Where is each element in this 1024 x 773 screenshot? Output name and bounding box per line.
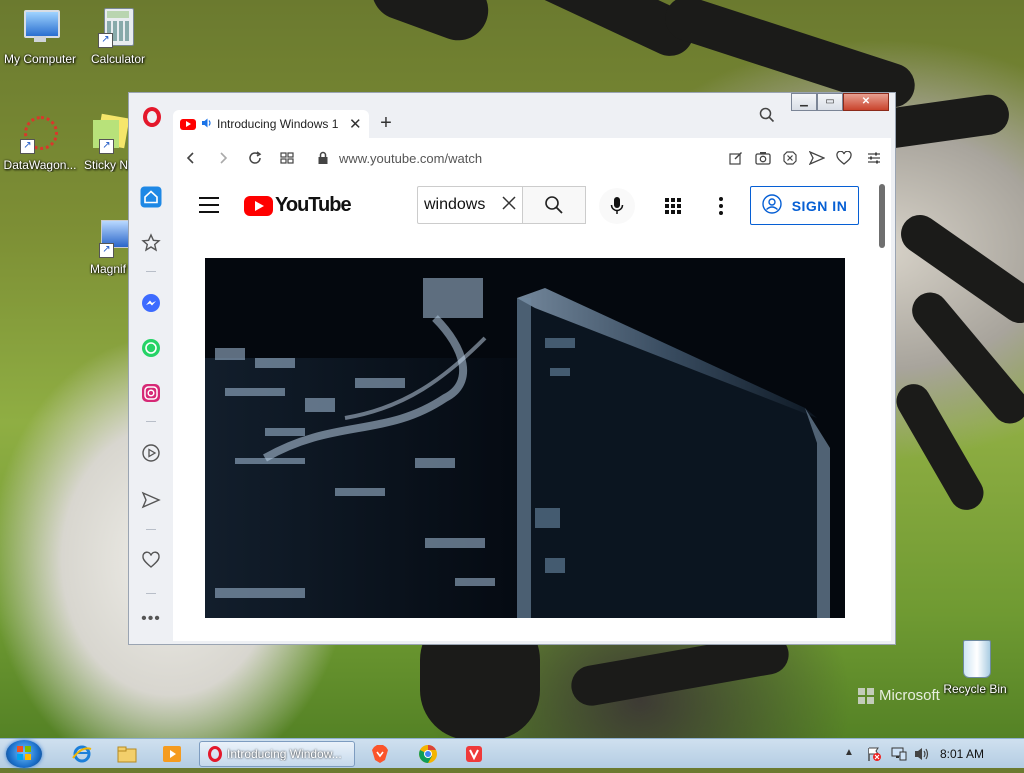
reload-button[interactable] [239, 142, 271, 174]
video-player[interactable] [205, 258, 845, 618]
hamburger-menu-icon[interactable] [199, 197, 219, 213]
show-hidden-icons-button[interactable]: ▲ [844, 747, 854, 758]
account-icon [761, 194, 782, 217]
desktop-icon-magnifier[interactable]: ↗ Magnif [78, 218, 131, 276]
taskbar: Introducing Window... ▲ 8:01 AM [0, 738, 1024, 768]
desktop-icon-recycle-bin[interactable]: Recycle Bin [935, 638, 1015, 696]
sidebar-separator [146, 421, 156, 422]
close-tab-icon[interactable]: ✕ [349, 115, 362, 133]
window-controls: ▁ ▭ ✕ [791, 93, 889, 111]
easy-setup-icon[interactable] [857, 142, 891, 174]
close-window-button[interactable]: ✕ [843, 93, 889, 111]
search-button[interactable] [522, 186, 586, 224]
web-page-youtube: YouTube windows SIGN IN [173, 178, 891, 641]
search-tabs-icon[interactable] [759, 107, 777, 125]
sidebar-separator [146, 593, 156, 594]
computer-icon [20, 8, 60, 48]
taskbar-clock[interactable]: 8:01 AM [940, 747, 984, 761]
apps-grid-icon[interactable] [665, 198, 681, 214]
windows-logo-icon [17, 746, 31, 760]
chromium-taskbar-icon[interactable] [410, 741, 446, 767]
send-to-flow-icon[interactable] [803, 142, 830, 174]
shortcut-arrow-icon: ↗ [99, 243, 114, 258]
datawagon-icon: ↗ [20, 114, 60, 154]
media-player-taskbar-icon[interactable] [154, 741, 190, 767]
home-icon[interactable] [139, 185, 163, 209]
youtube-favicon-icon [180, 118, 196, 130]
video-frame-image [205, 258, 845, 618]
instagram-icon[interactable] [139, 381, 163, 405]
player-icon[interactable] [139, 441, 163, 465]
shortcut-arrow-icon: ↗ [99, 139, 114, 154]
voice-search-button[interactable] [599, 188, 635, 224]
opera-logo-icon[interactable] [143, 107, 161, 127]
whatsapp-icon[interactable] [139, 336, 163, 360]
clear-search-icon[interactable] [502, 195, 516, 215]
sidebar-separator [146, 529, 156, 530]
internet-explorer-taskbar-icon[interactable] [64, 741, 100, 767]
recycle-bin-icon [955, 638, 995, 678]
new-tab-button[interactable]: + [375, 112, 397, 135]
more-icon[interactable]: ••• [139, 607, 163, 631]
forward-button[interactable] [207, 142, 239, 174]
tab-youtube[interactable]: Introducing Windows 1 ✕ [173, 110, 369, 138]
messenger-icon[interactable] [139, 291, 163, 315]
action-center-flag-icon[interactable] [866, 746, 882, 767]
brave-taskbar-icon[interactable] [362, 741, 398, 767]
desktop-icon-sticky-notes[interactable]: ↗ Sticky N [78, 113, 130, 172]
magnifier-icon: ↗ [83, 218, 131, 258]
microsoft-watermark: Microsoft [858, 687, 940, 704]
browser-window: ▁ ▭ ✕ ••• Introducing Windows 1 ✕ + www.… [128, 92, 896, 645]
calculator-icon: ↗ [98, 8, 138, 48]
microsoft-logo-icon [858, 687, 874, 704]
vivaldi-taskbar-icon[interactable] [456, 741, 492, 767]
star-icon[interactable] [139, 231, 163, 255]
heart-icon[interactable] [139, 548, 163, 572]
page-scrollbar[interactable] [879, 184, 885, 248]
sign-in-button[interactable]: SIGN IN [750, 186, 859, 225]
youtube-header: YouTube windows SIGN IN [173, 178, 877, 234]
maximize-button[interactable]: ▭ [817, 93, 843, 111]
back-button[interactable] [175, 142, 207, 174]
snapshot-camera-icon[interactable] [749, 142, 776, 174]
shortcut-arrow-icon: ↗ [20, 139, 35, 154]
search-input[interactable]: windows [417, 186, 523, 224]
minimize-button[interactable]: ▁ [791, 93, 817, 111]
tab-title: Introducing Windows 1 [217, 117, 339, 131]
network-icon[interactable] [891, 746, 907, 767]
lock-icon[interactable] [313, 142, 333, 174]
address-toolbar: www.youtube.com/watch [173, 138, 891, 178]
desktop-icon-my-computer[interactable]: My Computer [0, 8, 80, 66]
sticky-notes-icon: ↗ [83, 113, 130, 154]
file-explorer-taskbar-icon[interactable] [109, 741, 145, 767]
youtube-play-logo-icon [244, 195, 273, 216]
desktop-icon-calculator[interactable]: ↗ Calculator [78, 8, 158, 66]
settings-more-icon[interactable] [719, 197, 723, 215]
send-icon[interactable] [139, 488, 163, 512]
taskbar-opera-window[interactable]: Introducing Window... [199, 741, 355, 767]
sidebar-separator [146, 271, 156, 272]
address-bar[interactable]: www.youtube.com/watch [339, 151, 482, 166]
opera-sidebar: ••• [129, 93, 173, 644]
speaker-icon[interactable] [201, 117, 213, 132]
youtube-logo[interactable]: YouTube [244, 194, 352, 217]
bookmark-heart-icon[interactable] [830, 142, 857, 174]
start-button[interactable] [6, 740, 42, 768]
volume-icon[interactable] [914, 746, 930, 767]
search-icon [545, 196, 563, 214]
shortcut-arrow-icon: ↗ [98, 33, 113, 48]
edit-icon[interactable] [722, 142, 749, 174]
opera-taskbar-icon [208, 746, 222, 762]
speed-dial-grid-icon[interactable] [271, 142, 303, 174]
adblock-icon[interactable] [776, 142, 803, 174]
microphone-icon [610, 197, 624, 214]
desktop-icon-datawagon[interactable]: ↗ DataWagon... [0, 114, 80, 172]
